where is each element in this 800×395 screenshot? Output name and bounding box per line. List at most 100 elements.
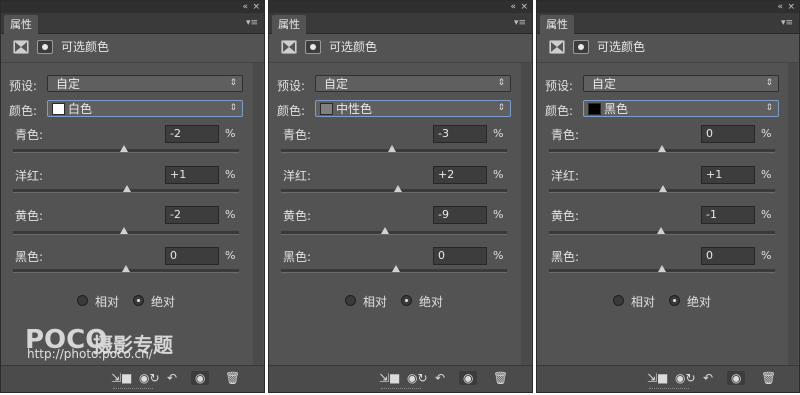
- relative-label[interactable]: 相对: [631, 293, 655, 310]
- visibility-eye-icon[interactable]: ◉: [459, 371, 478, 385]
- view-previous-state-icon[interactable]: ◉↻: [407, 371, 428, 385]
- layer-mask-icon[interactable]: [305, 40, 321, 54]
- magenta-slider-thumb[interactable]: [123, 185, 131, 192]
- reset-icon[interactable]: ↶: [167, 371, 177, 385]
- panel-menu-icon[interactable]: ▾≡: [781, 17, 793, 29]
- cyan-slider-track[interactable]: [13, 145, 239, 153]
- colors-select[interactable]: 黑色 ⇕: [583, 100, 779, 117]
- absolute-label[interactable]: 绝对: [687, 293, 711, 310]
- relative-radio[interactable]: [77, 295, 88, 306]
- preset-value: 自定: [56, 77, 81, 91]
- close-icon[interactable]: ×: [252, 1, 260, 13]
- relative-radio[interactable]: [345, 295, 356, 306]
- panel-scrollbar[interactable]: [788, 63, 798, 366]
- cyan-slider-track[interactable]: [549, 145, 775, 153]
- black-slider-thumb[interactable]: [392, 265, 400, 272]
- magenta-input[interactable]: +2: [433, 166, 487, 184]
- percent-unit: %: [761, 127, 772, 140]
- black-input[interactable]: 0: [701, 247, 755, 265]
- black-slider-thumb[interactable]: [658, 265, 666, 272]
- absolute-radio[interactable]: [133, 295, 144, 306]
- cyan-slider-thumb[interactable]: [388, 145, 396, 152]
- relative-label[interactable]: 相对: [95, 293, 119, 310]
- cyan-slider-thumb[interactable]: [658, 145, 666, 152]
- collapse-icon[interactable]: «: [510, 1, 516, 13]
- preset-label: 预设:: [9, 79, 38, 93]
- magenta-slider-thumb[interactable]: [394, 185, 402, 192]
- magenta-label: 洋红:: [15, 169, 44, 183]
- relative-radio[interactable]: [613, 295, 624, 306]
- selective-color-adjustment-icon[interactable]: [281, 40, 297, 54]
- black-label: 黑色:: [283, 250, 312, 264]
- view-previous-state-icon[interactable]: ◉↻: [139, 371, 160, 385]
- black-input[interactable]: 0: [433, 247, 487, 265]
- view-previous-state-icon[interactable]: ◉↻: [675, 371, 696, 385]
- delete-trash-icon[interactable]: 🗑: [225, 371, 240, 385]
- cyan-input[interactable]: 0: [701, 125, 755, 143]
- relative-label[interactable]: 相对: [363, 293, 387, 310]
- clip-to-layer-icon[interactable]: ⇲■: [647, 371, 668, 385]
- panel-scrollbar[interactable]: [521, 63, 531, 366]
- black-slider-track[interactable]: [281, 265, 507, 273]
- yellow-slider-thumb[interactable]: [120, 227, 128, 234]
- panel-menu-icon[interactable]: ▾≡: [246, 17, 258, 29]
- yellow-input[interactable]: -2: [165, 206, 219, 224]
- clip-to-layer-icon[interactable]: ⇲■: [111, 371, 132, 385]
- resize-grip[interactable]: [113, 388, 153, 391]
- yellow-slider-track[interactable]: [281, 227, 507, 235]
- delete-trash-icon[interactable]: 🗑: [493, 371, 508, 385]
- resize-grip[interactable]: [381, 388, 421, 391]
- magenta-slider-track[interactable]: [13, 185, 239, 193]
- layer-mask-icon[interactable]: [573, 40, 589, 54]
- collapse-icon[interactable]: «: [777, 1, 783, 13]
- magenta-slider-track[interactable]: [281, 185, 507, 193]
- reset-icon[interactable]: ↶: [435, 371, 445, 385]
- layer-mask-icon[interactable]: [37, 40, 53, 54]
- delete-trash-icon[interactable]: 🗑: [761, 371, 776, 385]
- close-icon[interactable]: ×: [787, 1, 795, 13]
- percent-unit: %: [493, 249, 504, 262]
- absolute-radio[interactable]: [669, 295, 680, 306]
- magenta-input[interactable]: +1: [701, 166, 755, 184]
- yellow-input[interactable]: -9: [433, 206, 487, 224]
- panel-menu-icon[interactable]: ▾≡: [514, 17, 526, 29]
- absolute-radio[interactable]: [401, 295, 412, 306]
- preset-select[interactable]: 自定 ⇕: [47, 75, 243, 92]
- selective-color-adjustment-icon[interactable]: [13, 40, 29, 54]
- black-input[interactable]: 0: [165, 247, 219, 265]
- cyan-slider-track[interactable]: [281, 145, 507, 153]
- clip-to-layer-icon[interactable]: ⇲■: [379, 371, 400, 385]
- magenta-slider-thumb[interactable]: [659, 185, 667, 192]
- absolute-label[interactable]: 绝对: [151, 293, 175, 310]
- cyan-input[interactable]: -3: [433, 125, 487, 143]
- close-icon[interactable]: ×: [520, 1, 528, 13]
- black-slider-thumb[interactable]: [122, 265, 130, 272]
- yellow-slider-thumb[interactable]: [657, 227, 665, 234]
- tab-properties[interactable]: 属性: [4, 15, 38, 34]
- resize-grip[interactable]: [649, 388, 689, 391]
- panel-scrollbar[interactable]: [253, 63, 263, 366]
- magenta-input[interactable]: +1: [165, 166, 219, 184]
- black-slider-track[interactable]: [549, 265, 775, 273]
- preset-select[interactable]: 自定 ⇕: [315, 75, 511, 92]
- select-arrow-icon: ⇕: [497, 78, 505, 88]
- visibility-eye-icon[interactable]: ◉: [727, 371, 746, 385]
- yellow-slider-thumb[interactable]: [381, 227, 389, 234]
- yellow-input[interactable]: -1: [701, 206, 755, 224]
- black-slider-track[interactable]: [13, 265, 239, 273]
- collapse-icon[interactable]: «: [242, 1, 248, 13]
- colors-select[interactable]: 中性色 ⇕: [315, 100, 511, 117]
- visibility-eye-icon[interactable]: ◉: [191, 371, 210, 385]
- preset-select[interactable]: 自定 ⇕: [583, 75, 779, 92]
- magenta-slider-track[interactable]: [549, 185, 775, 193]
- absolute-label[interactable]: 绝对: [419, 293, 443, 310]
- reset-icon[interactable]: ↶: [703, 371, 713, 385]
- cyan-input[interactable]: -2: [165, 125, 219, 143]
- yellow-slider-track[interactable]: [13, 227, 239, 235]
- selective-color-adjustment-icon[interactable]: [549, 40, 565, 54]
- tab-properties[interactable]: 属性: [540, 15, 574, 34]
- yellow-slider-track[interactable]: [549, 227, 775, 235]
- tab-properties[interactable]: 属性: [272, 15, 306, 34]
- cyan-slider-thumb[interactable]: [120, 145, 128, 152]
- colors-select[interactable]: 白色 ⇕: [47, 100, 243, 117]
